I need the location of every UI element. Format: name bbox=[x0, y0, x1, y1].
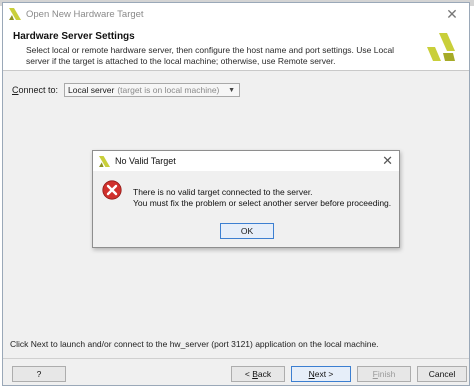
connect-row: Connect to: Local server (target is on l… bbox=[12, 83, 241, 97]
chevron-down-icon: ▼ bbox=[228, 86, 236, 94]
connect-selected-hint: (target is on local machine) bbox=[117, 85, 220, 95]
finish-rest: inish bbox=[377, 369, 396, 379]
back-button[interactable]: < Back bbox=[231, 366, 285, 382]
connect-label: Connect to: bbox=[12, 85, 59, 95]
dialog-message-line1: There is no valid target connected to th… bbox=[133, 187, 313, 197]
cancel-button[interactable]: Cancel bbox=[417, 366, 467, 382]
dialog-title-bar: No Valid Target ✕ bbox=[93, 151, 399, 171]
connect-selected-value: Local server bbox=[68, 85, 115, 95]
close-icon[interactable]: ✕ bbox=[382, 153, 393, 169]
title-bar: Open New Hardware Target ✕ bbox=[3, 3, 469, 25]
footer-divider bbox=[3, 358, 469, 359]
next-button[interactable]: Next > bbox=[291, 366, 351, 382]
dialog-title: No Valid Target bbox=[115, 156, 176, 166]
page-title: Hardware Server Settings bbox=[13, 31, 135, 42]
page-description: Select local or remote hardware server, … bbox=[26, 45, 395, 66]
finish-button[interactable]: Finish bbox=[357, 366, 411, 382]
error-icon bbox=[102, 180, 122, 200]
vivado-logo-icon bbox=[427, 33, 455, 61]
back-rest: ack bbox=[257, 369, 272, 379]
dialog-message-line2: You must fix the problem or select anoth… bbox=[133, 198, 392, 208]
ok-button[interactable]: OK bbox=[220, 223, 274, 239]
vivado-app-icon bbox=[99, 155, 110, 167]
close-icon[interactable]: ✕ bbox=[439, 5, 465, 23]
back-prefix: < bbox=[244, 369, 253, 379]
window-title: Open New Hardware Target bbox=[26, 8, 144, 20]
vivado-app-icon bbox=[9, 8, 21, 20]
dialog-message: There is no valid target connected to th… bbox=[133, 187, 391, 209]
connect-select[interactable]: Local server (target is on local machine… bbox=[64, 83, 241, 97]
no-valid-target-dialog: No Valid Target ✕ There is no valid targ… bbox=[92, 150, 400, 248]
bottom-message: Click Next to launch and/or connect to t… bbox=[10, 339, 379, 349]
next-rest: ext > bbox=[314, 369, 334, 379]
help-button[interactable]: ? bbox=[12, 366, 66, 382]
page-header: Hardware Server Settings Select local or… bbox=[3, 25, 469, 71]
